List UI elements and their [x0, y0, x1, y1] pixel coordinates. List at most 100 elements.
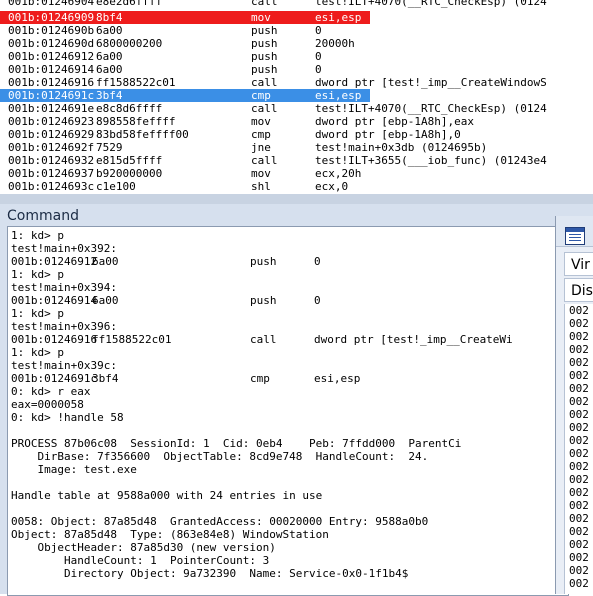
disasm-row[interactable]: 001b:01246929 83bd58feffff00 cmp dword p… — [0, 128, 593, 141]
side-tab-virtual[interactable]: Vir — [564, 252, 593, 276]
disasm-operands: test!main+0x3db (0124695b) — [315, 141, 488, 154]
disasm-address: 001b:01246937 — [8, 167, 95, 180]
command-line: 1: kd> p — [11, 307, 64, 320]
disasm-operands: 0 — [315, 63, 322, 76]
side-window: Vir Dis 002 002 002 002 002 002 002 002 … — [555, 216, 593, 594]
disasm-address: 001b:0124691e — [8, 102, 95, 115]
cmd-operands: 0 — [314, 255, 321, 268]
command-line: 1: kd> p — [11, 346, 64, 359]
command-line: eax=0000058 — [11, 398, 84, 411]
disasm-row[interactable]: 001b:01246912 6a00 push 0 — [0, 50, 593, 63]
disasm-operands: dword ptr [test!_imp__CreateWindowS — [315, 76, 547, 89]
list-item: 002 — [569, 343, 589, 356]
side-window-list[interactable]: 002 002 002 002 002 002 002 002 002 002 … — [564, 304, 593, 594]
disasm-mnemonic: call — [251, 154, 278, 167]
disasm-address: 001b:01246929 — [8, 128, 95, 141]
disasm-row[interactable]: 001b:0124692f 7529 jne test!main+0x3db (… — [0, 141, 593, 154]
list-item: 002 — [569, 577, 589, 590]
list-item: 002 — [569, 460, 589, 473]
disasm-mnemonic: cmp — [251, 89, 271, 102]
disasm-address: 001b:01246916 — [8, 76, 95, 89]
disasm-mnemonic: call — [251, 102, 278, 115]
disasm-row[interactable]: 001b:0124690d 6800000200 push 20000h — [0, 37, 593, 50]
disasm-operands: ecx,20h — [315, 167, 362, 180]
command-line: ObjectHeader: 87a85d30 (new version) — [11, 541, 276, 554]
cmd-operands: esi,esp — [314, 372, 361, 385]
command-line: PROCESS 87b06c08 SessionId: 1 Cid: 0eb4 … — [11, 437, 462, 450]
disasm-row[interactable]: 001b:01246916 ff1588522c01 call dword pt… — [0, 76, 593, 89]
command-line: test!main+0x392: — [11, 242, 117, 255]
window-icon — [565, 227, 585, 245]
command-output[interactable]: 1: kd> p test!main+0x392: 001b:01246912 … — [7, 226, 569, 596]
disasm-operands: dword ptr [ebp-1A8h],0 — [315, 128, 461, 141]
list-item: 002 — [569, 330, 589, 343]
list-item: 002 — [569, 499, 589, 512]
disasm-row[interactable]: 001b:01246932 e815d5ffff call test!ILT+3… — [0, 154, 593, 167]
command-line-disasm: 001b:0124691c 3bf4 cmp esi,esp — [11, 372, 360, 385]
disasm-bytes: 7529 — [96, 141, 123, 154]
disasm-operands: dword ptr [ebp-1A8h],eax — [315, 115, 474, 128]
disasm-row[interactable]: 001b:01246937 b920000000 mov ecx,20h — [0, 167, 593, 180]
side-tab-display[interactable]: Dis — [564, 278, 593, 302]
disasm-address: 001b:01246909 — [8, 11, 95, 24]
disasm-row[interactable]: 001b:0124691e e8c8d6ffff call test!ILT+4… — [0, 102, 593, 115]
pane-splitter[interactable] — [0, 194, 593, 204]
disasm-row-current[interactable]: 001b:0124691c 3bf4 cmp esi,esp — [0, 89, 370, 102]
disasm-mnemonic: mov — [251, 167, 271, 180]
side-window-titlebar[interactable] — [556, 216, 593, 247]
list-item: 002 — [569, 538, 589, 551]
disasm-row[interactable]: 001b:01246914 6a00 push 0 — [0, 63, 593, 76]
list-item: 002 — [569, 525, 589, 538]
command-line: 1: kd> p — [11, 229, 64, 242]
command-line: Image: test.exe — [11, 463, 137, 476]
disasm-mnemonic: mov — [251, 115, 271, 128]
disasm-operands: test!ILT+4070(__RTC_CheckEsp) (0124 — [315, 102, 547, 115]
cmd-bytes: 3bf4 — [92, 372, 119, 385]
disassembly-pane[interactable]: 001b:01246904 e8e2d6ffff call test!ILT+4… — [0, 0, 593, 194]
disasm-row[interactable]: 001b:0124690b 6a00 push 0 — [0, 24, 593, 37]
disasm-address: 001b:01246923 — [8, 115, 95, 128]
list-item: 002 — [569, 356, 589, 369]
disasm-mnemonic: jne — [251, 141, 271, 154]
disasm-bytes: 898558feffff — [96, 115, 176, 128]
disasm-operands: test!ILT+4070(__RTC_CheckEsp) (0124 — [315, 0, 547, 8]
disasm-operands: 0 — [315, 50, 322, 63]
cmd-bytes: 6a00 — [92, 294, 119, 307]
disasm-row[interactable]: 001b:0124693c c1e100 shl ecx,0 — [0, 180, 593, 193]
disasm-row[interactable]: 001b:01246904 e8e2d6ffff call test!ILT+4… — [0, 0, 593, 8]
cmd-mnemonic: push — [250, 294, 277, 307]
list-item: 002 — [569, 408, 589, 421]
disasm-bytes: e815d5ffff — [96, 154, 163, 167]
disasm-bytes: 83bd58feffff00 — [96, 128, 189, 141]
disasm-address: 001b:0124690d — [8, 37, 95, 50]
cmd-address: 001b:01246912 — [11, 255, 98, 268]
disasm-bytes: c1e100 — [96, 180, 136, 193]
disasm-bytes: 6a00 — [96, 24, 123, 37]
disasm-bytes: 3bf4 — [96, 89, 123, 102]
command-line: Object: 87a85d48 Type: (863e84e8) Window… — [11, 528, 329, 541]
disasm-row-breakpoint[interactable]: 001b:01246909 8bf4 mov esi,esp — [0, 11, 370, 24]
disasm-mnemonic: call — [251, 0, 278, 8]
disasm-bytes: b920000000 — [96, 167, 163, 180]
command-line: DirBase: 7f356600 ObjectTable: 8cd9e748 … — [11, 450, 429, 463]
cmd-mnemonic: call — [250, 333, 277, 346]
disasm-mnemonic: push — [251, 50, 278, 63]
command-line: Directory Object: 9a732390 Name: Service… — [11, 567, 409, 580]
disasm-operands: ecx,0 — [315, 180, 349, 193]
command-window-title[interactable]: Command — [7, 206, 79, 226]
command-line: Handle table at 9588a000 with 24 entries… — [11, 489, 323, 502]
command-line: 0: kd> !handle 58 — [11, 411, 124, 424]
cmd-bytes: 6a00 — [92, 255, 119, 268]
disasm-bytes: e8e2d6ffff — [96, 0, 163, 8]
command-line-disasm: 001b:01246912 6a00 push 0 — [11, 255, 321, 268]
disasm-mnemonic: push — [251, 37, 278, 50]
command-line: test!main+0x394: — [11, 281, 117, 294]
list-item: 002 — [569, 304, 589, 317]
cmd-mnemonic: push — [250, 255, 277, 268]
disasm-row[interactable]: 001b:01246923 898558feffff mov dword ptr… — [0, 115, 593, 128]
disasm-address: 001b:0124693c — [8, 180, 95, 193]
command-line-disasm: 001b:01246914 6a00 push 0 — [11, 294, 321, 307]
list-item: 002 — [569, 447, 589, 460]
list-item: 002 — [569, 473, 589, 486]
list-item: 002 — [569, 564, 589, 577]
